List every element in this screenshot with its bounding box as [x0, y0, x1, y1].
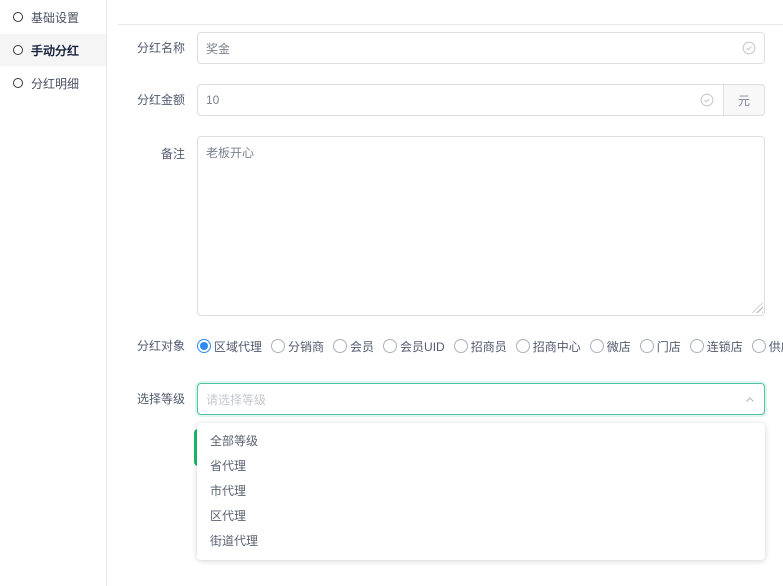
sidebar-item-manual-dividend[interactable]: 手动分红: [0, 34, 106, 66]
circle-icon: [13, 78, 23, 88]
radio-recruiter[interactable]: 招商员: [454, 338, 507, 355]
sidebar-item-label: 手动分红: [31, 42, 79, 59]
remark-textarea-wrap: 老板开心: [197, 136, 765, 316]
circle-icon: [13, 45, 23, 55]
name-input[interactable]: [197, 32, 765, 64]
chevron-up-icon: [744, 394, 756, 406]
radio-distributor[interactable]: 分销商: [271, 338, 324, 355]
radio-label: 会员UID: [400, 338, 445, 355]
radio-icon: [271, 339, 285, 353]
form-row-target: 分红对象 区域代理 分销商 会员 会员UID 招商员: [108, 336, 783, 356]
radio-icon: [383, 339, 397, 353]
level-dropdown-panel: 全部等级 省代理 市代理 区代理 街道代理: [197, 423, 765, 560]
main-content: 分红名称 分红金额 元 备注 老板开心 分红对象: [108, 0, 783, 586]
level-select-placeholder: 请选择等级: [206, 391, 266, 408]
radio-icon: [333, 339, 347, 353]
remark-textarea[interactable]: 老板开心: [197, 136, 765, 316]
radio-label: 门店: [657, 338, 681, 355]
radio-selected-icon: [197, 339, 211, 353]
amount-label: 分红金额: [108, 84, 185, 116]
radio-member[interactable]: 会员: [333, 338, 374, 355]
radio-label: 招商中心: [533, 338, 581, 355]
radio-icon: [516, 339, 530, 353]
form-row-name: 分红名称: [108, 32, 783, 64]
radio-region-agent[interactable]: 区域代理: [197, 338, 262, 355]
radio-label: 招商员: [471, 338, 507, 355]
sidebar-item-label: 分红明细: [31, 75, 79, 92]
top-divider: [118, 24, 783, 25]
radio-label: 供应商: [769, 338, 783, 355]
target-radio-group: 区域代理 分销商 会员 会员UID 招商员 招商中心: [197, 336, 783, 356]
radio-label: 连锁店: [707, 338, 743, 355]
radio-label: 会员: [350, 338, 374, 355]
dropdown-option-city-agent[interactable]: 市代理: [197, 479, 765, 504]
name-input-wrap: [197, 32, 765, 64]
radio-label: 分销商: [288, 338, 324, 355]
target-label: 分红对象: [108, 336, 185, 356]
radio-member-uid[interactable]: 会员UID: [383, 338, 445, 355]
check-circle-icon: [700, 93, 714, 107]
sidebar-item-dividend-detail[interactable]: 分红明细: [0, 67, 106, 99]
amount-unit-append: 元: [723, 84, 765, 116]
form-row-level: 选择等级 请选择等级: [108, 383, 783, 415]
manual-dividend-page: { "sidebar": { "items": [ { "label": "基础…: [0, 0, 783, 586]
sidebar-item-label: 基础设置: [31, 9, 79, 26]
radio-store[interactable]: 门店: [640, 338, 681, 355]
level-select[interactable]: 请选择等级: [197, 383, 765, 415]
amount-input[interactable]: [197, 84, 723, 116]
radio-icon: [590, 339, 604, 353]
radio-micro-shop[interactable]: 微店: [590, 338, 631, 355]
radio-recruit-center[interactable]: 招商中心: [516, 338, 581, 355]
radio-icon: [690, 339, 704, 353]
dropdown-option-all-levels[interactable]: 全部等级: [197, 429, 765, 454]
dropdown-option-district-agent[interactable]: 区代理: [197, 504, 765, 529]
radio-icon: [640, 339, 654, 353]
amount-input-group: 元: [197, 84, 765, 116]
radio-label: 微店: [607, 338, 631, 355]
sidebar-item-basic-settings[interactable]: 基础设置: [0, 1, 106, 33]
level-label: 选择等级: [108, 383, 185, 415]
radio-supplier[interactable]: 供应商: [752, 338, 783, 355]
form-row-amount: 分红金额 元: [108, 84, 783, 116]
remark-label: 备注: [108, 145, 185, 162]
form-row-remark: 备注 老板开心: [108, 136, 783, 316]
radio-label: 区域代理: [214, 338, 262, 355]
radio-icon: [454, 339, 468, 353]
dropdown-option-street-agent[interactable]: 街道代理: [197, 529, 765, 554]
name-label: 分红名称: [108, 32, 185, 64]
radio-chain-store[interactable]: 连锁店: [690, 338, 743, 355]
circle-icon: [13, 12, 23, 22]
radio-icon: [752, 339, 766, 353]
check-circle-icon: [742, 41, 756, 55]
sidebar: 基础设置 手动分红 分红明细: [0, 0, 107, 586]
dropdown-option-province-agent[interactable]: 省代理: [197, 454, 765, 479]
